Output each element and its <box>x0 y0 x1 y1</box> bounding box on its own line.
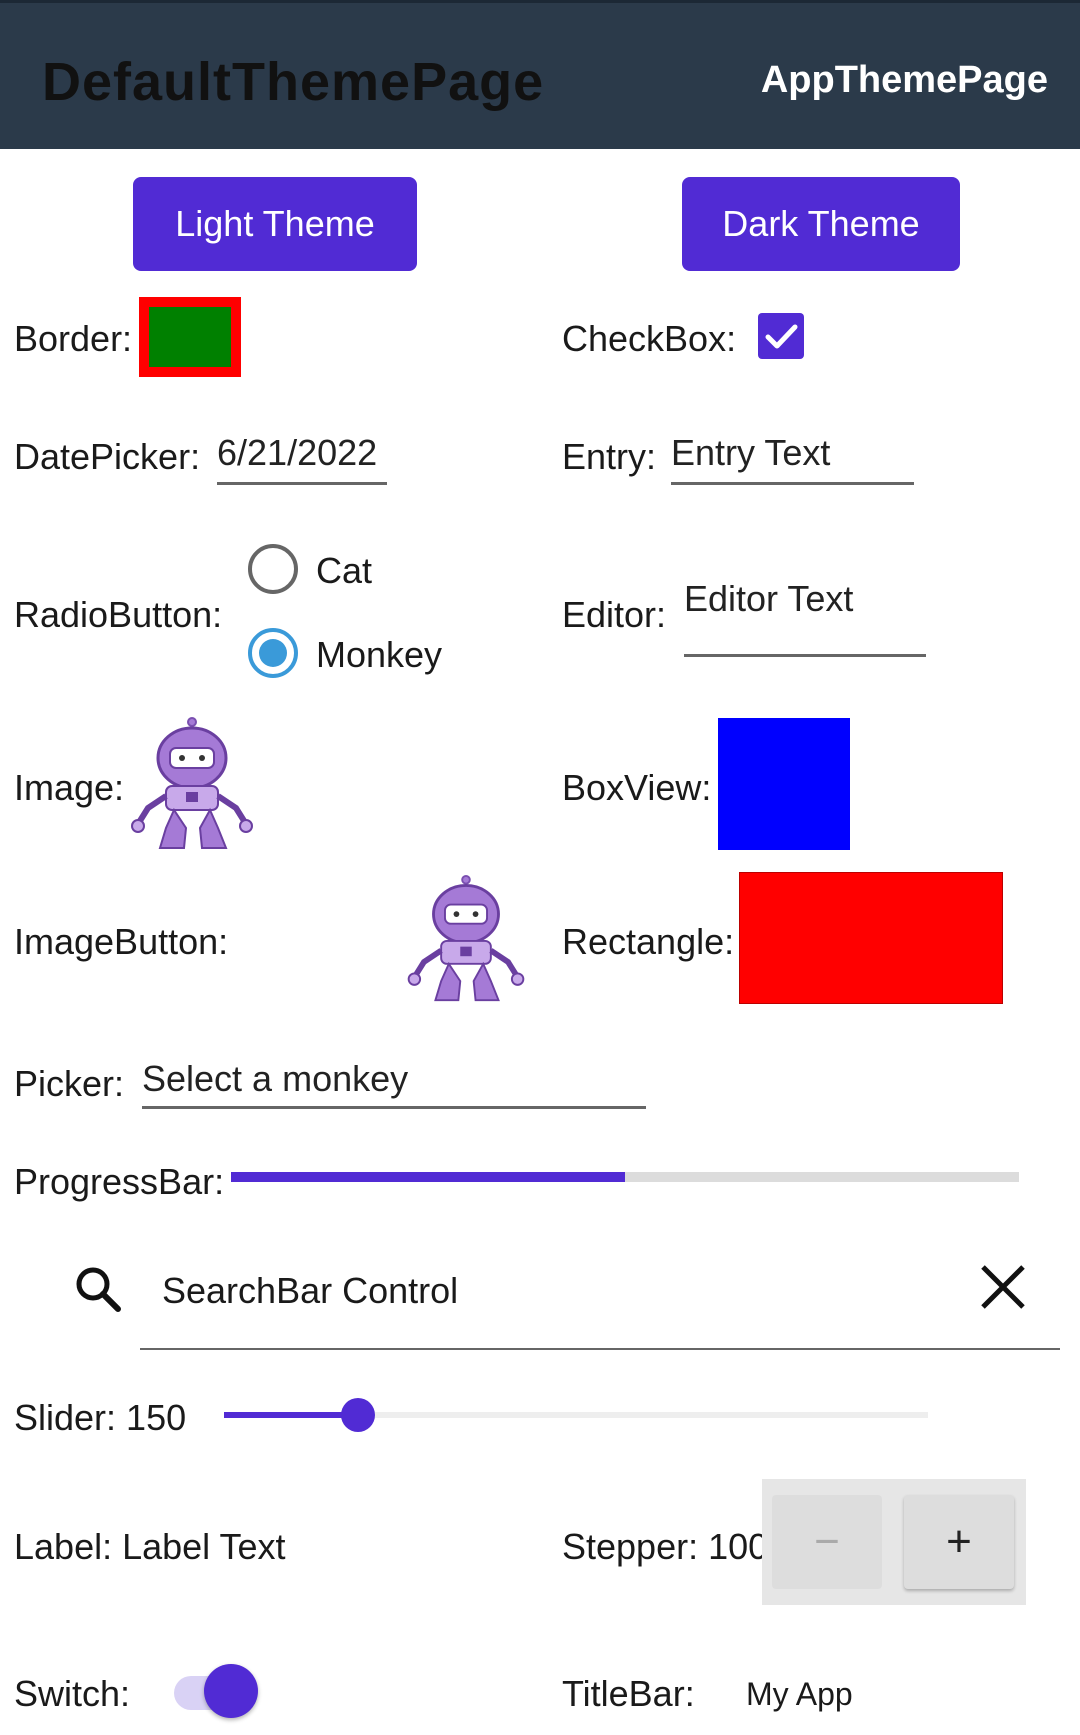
stepper-decrement-button[interactable]: − <box>772 1495 882 1589</box>
titlebar-title: My App <box>746 1676 853 1712</box>
light-theme-button[interactable]: Light Theme <box>133 177 417 271</box>
boxview-label: BoxView: <box>562 767 712 808</box>
rectangle-shape <box>739 872 1003 1004</box>
search-icon <box>72 1263 124 1315</box>
slider-thumb[interactable] <box>340 1398 375 1432</box>
stepper-label: Stepper: 100 <box>562 1526 769 1567</box>
entry-field[interactable]: Entry Text <box>671 432 914 485</box>
picker-label: Picker: <box>14 1063 125 1104</box>
close-icon[interactable] <box>979 1263 1027 1311</box>
slider-label: Slider: 150 <box>14 1397 187 1438</box>
radiobutton-label: RadioButton: <box>14 594 223 635</box>
page-title: DefaultThemePage <box>42 52 545 112</box>
image-button[interactable] <box>404 874 528 1004</box>
editor-text: Editor Text <box>684 578 854 619</box>
nav-header: DefaultThemePage AppThemePage <box>0 0 1080 149</box>
slider-track[interactable] <box>224 1398 928 1432</box>
dark-theme-button[interactable]: Dark Theme <box>682 177 960 271</box>
checkbox-label: CheckBox: <box>562 318 737 359</box>
border-label: Border: <box>14 318 133 359</box>
image-label: Image: <box>14 767 125 808</box>
editor-field[interactable]: Editor Text <box>684 578 926 657</box>
boxview <box>718 718 850 850</box>
check-icon <box>765 324 798 349</box>
search-input[interactable]: SearchBar Control <box>162 1270 458 1312</box>
dotnet-bot-image <box>130 716 254 852</box>
slider-fill <box>224 1412 358 1418</box>
editor-label: Editor: <box>562 594 667 635</box>
radio-cat-label: Cat <box>316 550 373 591</box>
checkbox[interactable] <box>758 313 804 359</box>
titlebar-label: TitleBar: <box>562 1673 695 1714</box>
monkey-picker[interactable]: Select a monkey <box>142 1058 646 1109</box>
progress-fill <box>231 1172 625 1182</box>
radio-option-monkey[interactable]: Monkey <box>246 626 466 682</box>
datepicker-label: DatePicker: <box>14 436 201 477</box>
imagebutton-label: ImageButton: <box>14 921 229 962</box>
entry-label: Entry: <box>562 436 657 477</box>
border-control <box>139 297 241 377</box>
app-theme-page-link[interactable]: AppThemePage <box>761 59 1048 102</box>
stepper-increment-button[interactable]: + <box>904 1495 1014 1589</box>
date-picker[interactable]: 6/21/2022 <box>217 432 387 485</box>
switch-toggle[interactable] <box>174 1664 258 1718</box>
progressbar-label: ProgressBar: <box>14 1161 225 1202</box>
radio-option-cat[interactable]: Cat <box>246 542 466 598</box>
search-bar[interactable]: SearchBar Control <box>140 1240 1060 1350</box>
stepper: − + <box>762 1479 1026 1605</box>
label-text: Label: Label Text <box>14 1526 286 1567</box>
radio-monkey-label: Monkey <box>316 634 443 675</box>
switch-label: Switch: <box>14 1673 131 1714</box>
progress-bar <box>231 1172 1019 1182</box>
rectangle-label: Rectangle: <box>562 921 735 962</box>
radio-unchecked-icon <box>248 544 298 594</box>
radio-checked-icon <box>248 628 298 678</box>
